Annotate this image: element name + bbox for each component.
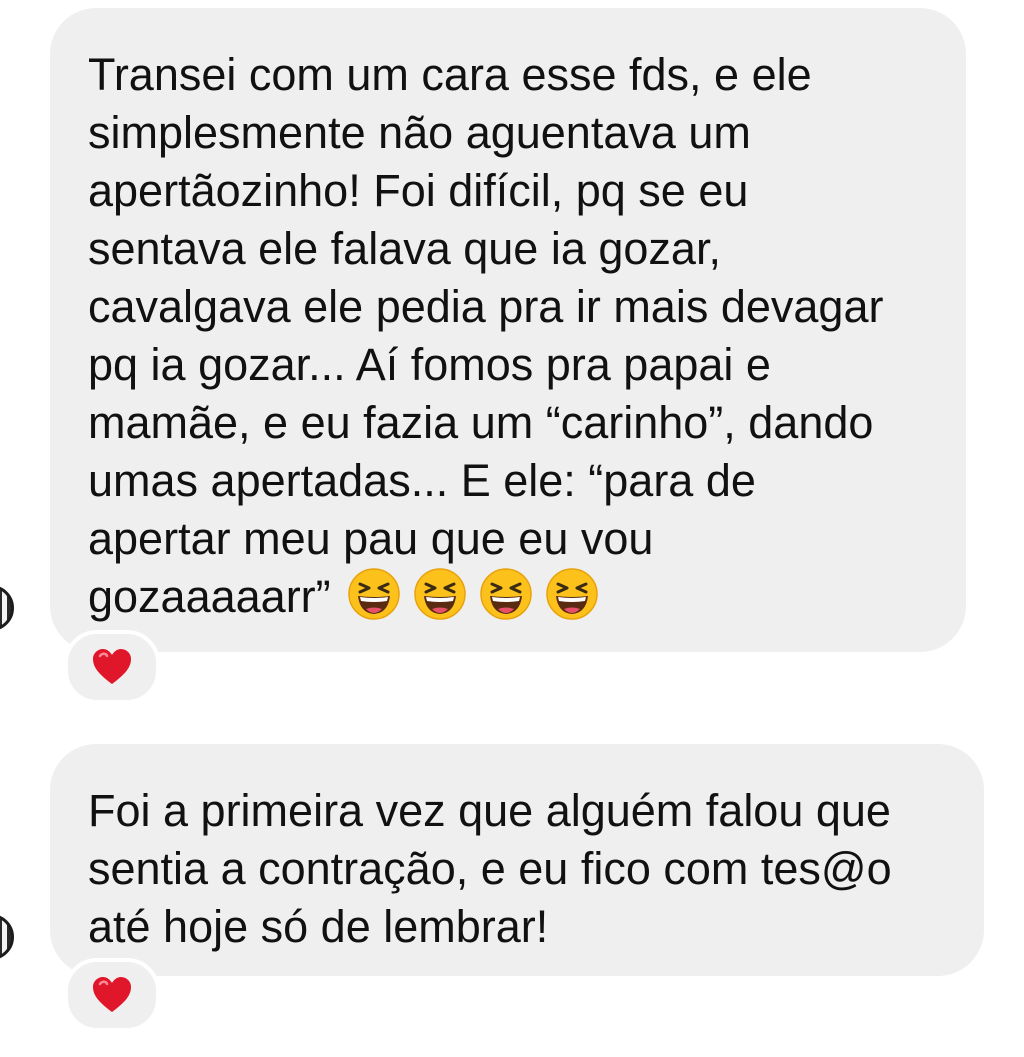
laughing-emoji [479,568,532,620]
laughing-emoji [413,568,466,620]
laughing-emoji [545,568,598,620]
message-text: Transei com um cara esse fds, e ele simp… [88,49,884,622]
laughing-emoji [347,568,400,620]
sender-avatar[interactable] [0,914,14,960]
emoji-group [347,567,599,621]
message-bubble[interactable]: Transei com um cara esse fds, e ele simp… [50,8,966,652]
heart-icon [93,977,131,1012]
message-bubble[interactable]: Foi a primeira vez que alguém falou que … [50,744,984,976]
heart-icon [93,649,131,684]
reaction-badge[interactable] [64,958,160,1032]
reaction-badge[interactable] [64,630,160,704]
sender-avatar[interactable] [0,585,14,631]
message-text: Foi a primeira vez que alguém falou que … [88,785,892,952]
